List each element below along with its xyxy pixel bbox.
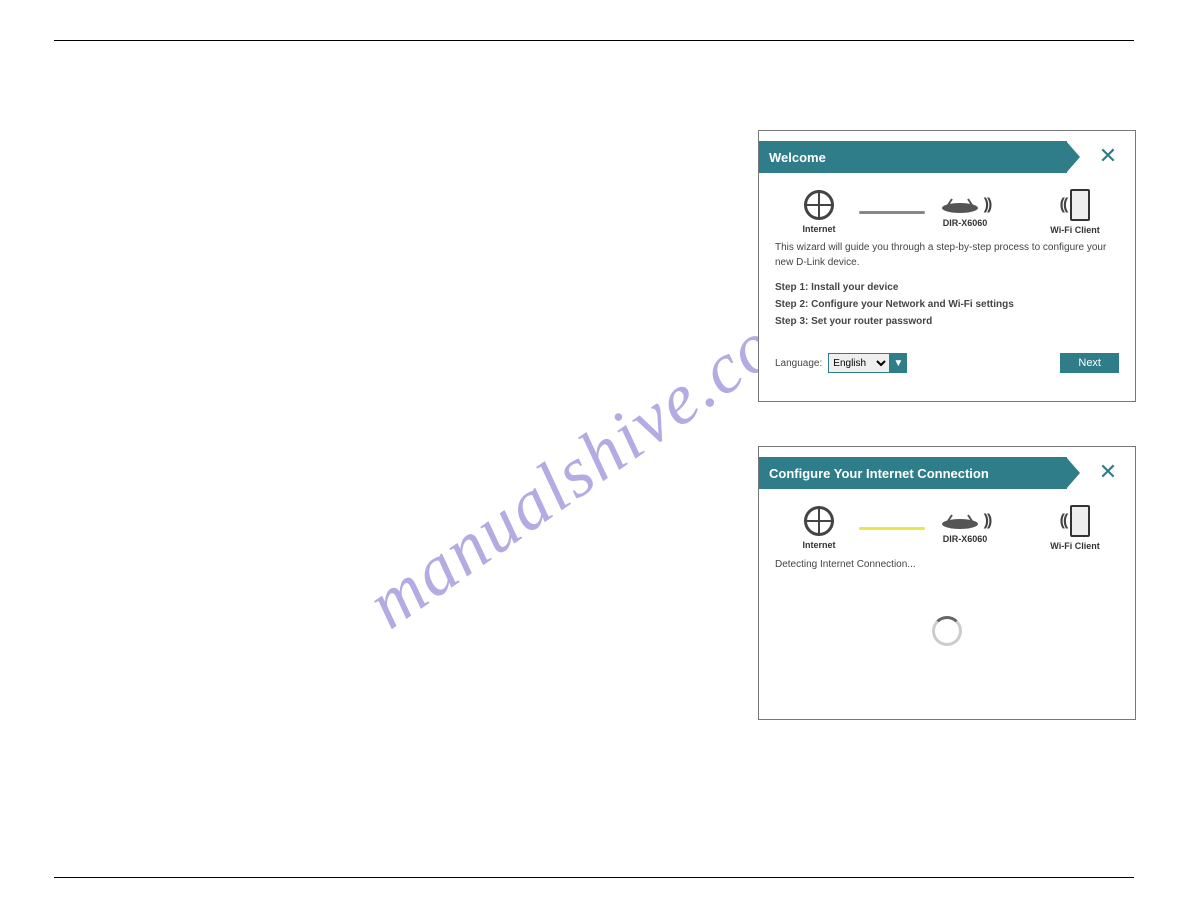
step-1: Step 1: Install your device [775, 282, 1119, 293]
internet-node: Internet [785, 506, 853, 550]
welcome-header: Welcome ✕ [759, 141, 1123, 173]
internet-node: Internet [785, 190, 853, 234]
ribbon-notch [1066, 457, 1080, 489]
configure-header: Configure Your Internet Connection ✕ [759, 457, 1123, 489]
globe-icon [804, 506, 834, 536]
globe-icon [804, 190, 834, 220]
top-rule [54, 40, 1134, 41]
router-icon: )) [940, 196, 991, 214]
language-select[interactable]: English [828, 353, 890, 373]
step-2: Step 2: Configure your Network and Wi-Fi… [775, 299, 1119, 310]
ribbon-notch [1066, 141, 1080, 173]
topology-row: Internet )) DIR-X6060 (( Wi-Fi Client [759, 499, 1135, 553]
welcome-title: Welcome [759, 141, 1067, 173]
wizard-intro: This wizard will guide you through a ste… [759, 237, 1135, 274]
page: manualshive.com Welcome ✕ Internet )) DI… [0, 0, 1188, 918]
welcome-footer: Language: English ▼ Next [759, 335, 1135, 373]
language-label: Language: [775, 358, 822, 369]
router-label: DIR-X6060 [943, 534, 988, 544]
language-control: Language: English ▼ [775, 353, 907, 373]
signal-right-icon: )) [984, 196, 991, 214]
welcome-panel: Welcome ✕ Internet )) DIR-X6060 (( [758, 130, 1136, 402]
signal-right-icon: )) [984, 512, 991, 530]
next-button[interactable]: Next [1060, 353, 1119, 373]
client-icon: (( [1060, 505, 1091, 537]
router-node: )) DIR-X6060 [931, 196, 999, 228]
client-node: (( Wi-Fi Client [1041, 505, 1109, 551]
client-icon: (( [1060, 189, 1091, 221]
internet-label: Internet [802, 224, 835, 234]
router-node: )) DIR-X6060 [931, 512, 999, 544]
signal-left-icon: (( [1060, 196, 1067, 214]
language-select-wrap[interactable]: English ▼ [828, 353, 907, 373]
topology-row: Internet )) DIR-X6060 (( Wi-Fi Client [759, 183, 1135, 237]
phone-icon [1070, 505, 1090, 537]
link-internet-router-active [859, 527, 925, 530]
loading-spinner-icon [932, 616, 962, 646]
phone-icon [1070, 189, 1090, 221]
client-label: Wi-Fi Client [1050, 225, 1099, 235]
steps-list: Step 1: Install your device Step 2: Conf… [759, 274, 1135, 335]
bottom-rule [54, 877, 1134, 878]
close-icon[interactable]: ✕ [1097, 461, 1119, 483]
close-icon[interactable]: ✕ [1097, 145, 1119, 167]
detecting-text: Detecting Internet Connection... [759, 553, 1135, 576]
link-internet-router [859, 211, 925, 214]
configure-panel: Configure Your Internet Connection ✕ Int… [758, 446, 1136, 720]
client-label: Wi-Fi Client [1050, 541, 1099, 551]
router-icon: )) [940, 512, 991, 530]
chevron-down-icon: ▼ [889, 353, 907, 373]
client-node: (( Wi-Fi Client [1041, 189, 1109, 235]
router-label: DIR-X6060 [943, 218, 988, 228]
internet-label: Internet [802, 540, 835, 550]
signal-left-icon: (( [1060, 512, 1067, 530]
step-3: Step 3: Set your router password [775, 316, 1119, 327]
configure-title: Configure Your Internet Connection [759, 457, 1067, 489]
